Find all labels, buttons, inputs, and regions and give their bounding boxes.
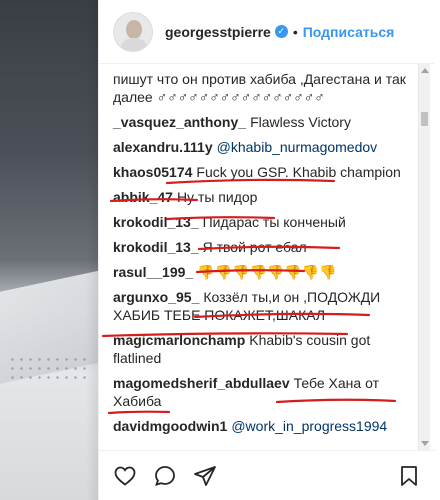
comment-author-link[interactable]: magomedsherif_abdullaev — [113, 375, 290, 391]
comment-8: argunxo_95_ Коззёл ты,и он ,ПОДОЖДИ ХАБИБ… — [113, 288, 411, 324]
comment-text: Flawless Victory — [250, 114, 351, 130]
comment-author-link[interactable]: krokodil_13_ — [113, 214, 199, 230]
comment-text: Ну ты пидор — [176, 189, 258, 205]
comment-author-link[interactable]: argunxo_95_ — [113, 289, 199, 305]
avatar[interactable] — [113, 11, 153, 52]
comment-9: magicmarlonchamp Khabib's cousin got flat… — [113, 331, 411, 367]
comment-text: 👎👎👎👎👎👎👎👎 — [197, 264, 337, 280]
comment-mention-link[interactable]: @khabib_nurmagomedov — [217, 139, 378, 155]
comment-author-link[interactable]: _vasquez_anthony_ — [113, 114, 246, 130]
follow-button[interactable]: Подписаться — [303, 24, 395, 40]
heart-icon[interactable] — [111, 462, 139, 490]
post-actions-bar — [99, 450, 435, 500]
scroll-down-arrow-icon[interactable] — [421, 441, 429, 446]
comment-10: magomedsherif_abdullaev Тебе Хана от Хаби… — [113, 374, 411, 410]
comment-3: khaos05174 Fuck you GSP. Khabib champion — [113, 163, 411, 181]
comment-author-link[interactable]: magicmarlonchamp — [113, 332, 245, 348]
comment-icon[interactable] — [151, 462, 179, 490]
share-icon[interactable] — [191, 462, 219, 490]
post-header: georgesstpierre ✓ • Подписаться — [99, 0, 434, 64]
comment-author-link[interactable]: alexandru.111y — [113, 139, 213, 155]
comment-5: krokodil_13_ Пидарас ты конченый — [113, 213, 411, 231]
comment-2: alexandru.111y @khabib_nurmagomedov — [113, 138, 411, 156]
photo-texture — [8, 355, 88, 385]
comment-author-link[interactable]: abbik_47 — [113, 189, 173, 205]
comments-scrollbar[interactable] — [418, 64, 430, 450]
bookmark-icon[interactable] — [395, 462, 423, 490]
comment-11: davidmgoodwin1 @work_in_progress1994 — [113, 417, 411, 435]
comment-author-link[interactable]: rasul__199_ — [113, 264, 193, 280]
comment-4: abbik_47 Ну ты пидор — [113, 188, 411, 206]
comment-1: _vasquez_anthony_ Flawless Victory — [113, 113, 411, 131]
comment-7: rasul__199_ 👎👎👎👎👎👎👎👎 — [113, 263, 411, 281]
comment-text: Пидарас ты конченый — [202, 214, 346, 230]
comment-text: пишут что он против хабиба ,Дагестана и … — [113, 71, 406, 105]
comment-author-link[interactable]: davidmgoodwin1 — [113, 418, 227, 434]
photo-edge-shade — [86, 0, 98, 500]
header-separator: • — [292, 23, 298, 40]
username-link[interactable]: georgesstpierre — [165, 24, 271, 40]
post-panel: georgesstpierre ✓ • Подписаться пишут чт… — [98, 0, 435, 500]
comment-mention-link[interactable]: @work_in_progress1994 — [231, 418, 387, 434]
comment-author-link[interactable]: khaos05174 — [113, 164, 192, 180]
comment-0: пишут что он против хабиба ,Дагестана и … — [113, 70, 411, 106]
comment-text: Я твой рот ебал — [202, 239, 307, 255]
comments-list[interactable]: пишут что он против хабиба ,Дагестана и … — [99, 64, 435, 450]
scrollbar-thumb[interactable] — [421, 112, 428, 126]
post-photo — [0, 0, 98, 500]
comment-author-link[interactable]: krokodil_13_ — [113, 239, 199, 255]
comment-text: Fuck you GSP. Khabib champion — [196, 164, 401, 180]
scroll-up-arrow-icon[interactable] — [421, 68, 429, 73]
comment-6: krokodil_13_ Я твой рот ебал — [113, 238, 411, 256]
verified-badge-icon: ✓ — [274, 25, 288, 38]
